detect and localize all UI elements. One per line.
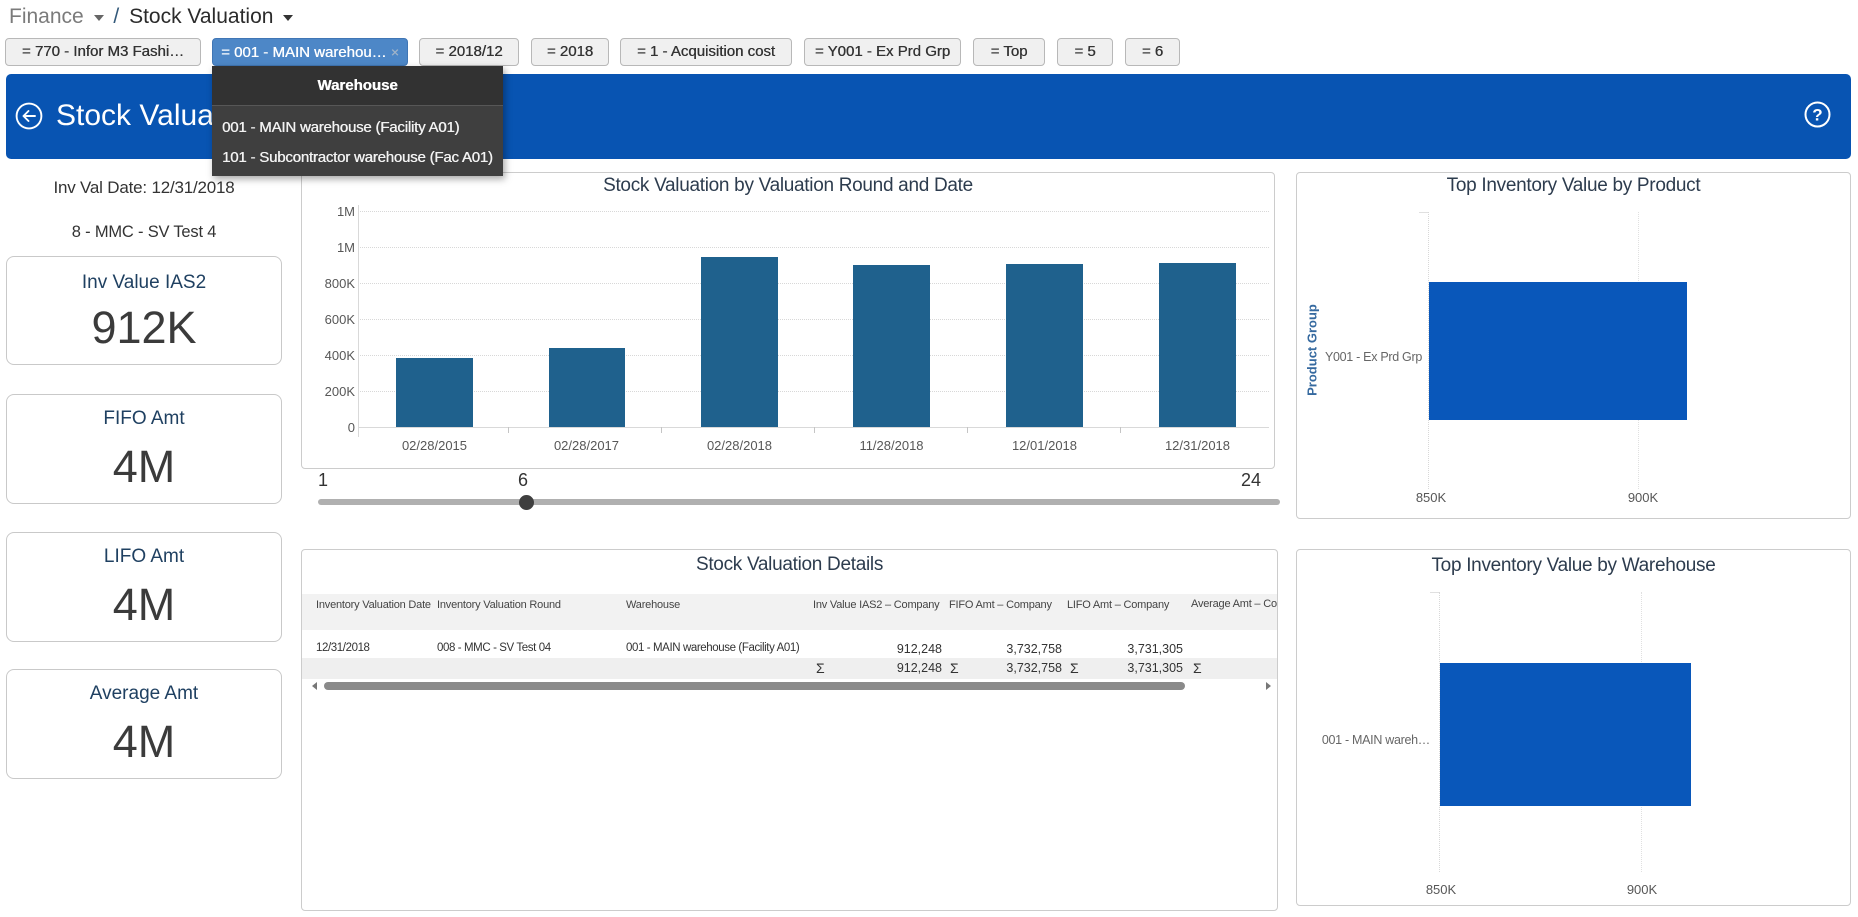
svg-text:?: ? [1812,106,1822,125]
